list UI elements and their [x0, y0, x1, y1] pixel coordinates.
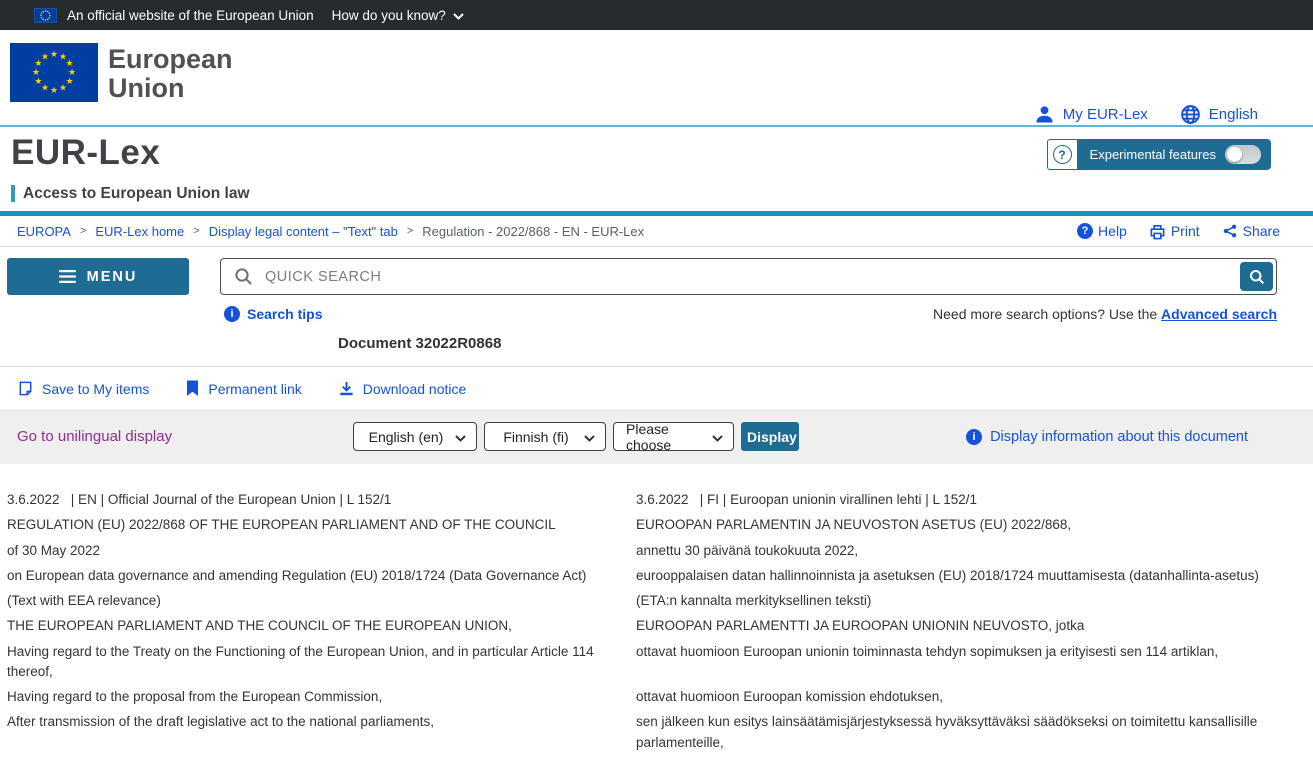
- doc-paragraph-en: REGULATION (EU) 2022/868 OF THE EUROPEAN…: [7, 515, 607, 535]
- doc-row: After transmission of the draft legislat…: [7, 712, 1306, 758]
- doc-paragraph-en: of 30 May 2022: [7, 541, 607, 561]
- doc-paragraph-fi: (ETA:n kannalta merkityksellinen teksti): [636, 591, 1296, 611]
- save-note-icon: [17, 380, 34, 397]
- bookmark-icon: [185, 380, 200, 397]
- permanent-link[interactable]: Permanent link: [185, 380, 301, 397]
- more-search-options-text: Need more search options? Use the Advanc…: [933, 306, 1277, 322]
- breadcrumb-europa[interactable]: EUROPA: [17, 224, 71, 239]
- document-id: Document 32022R0868: [338, 335, 1313, 352]
- my-eurlex-link[interactable]: My EUR-Lex: [1034, 104, 1148, 125]
- unilingual-display-link[interactable]: Go to unilingual display: [17, 428, 172, 445]
- advanced-search-link[interactable]: Advanced search: [1161, 306, 1277, 322]
- download-icon: [338, 380, 355, 397]
- breadcrumb-row: EUROPA > EUR-Lex home > Display legal co…: [0, 216, 1313, 247]
- doc-paragraph-fi: annettu 30 päivänä toukokuuta 2022,: [636, 541, 1296, 561]
- doc-paragraph-fi: 3.6.2022 | FI | Euroopan unionin viralli…: [636, 490, 1296, 510]
- language-select-3[interactable]: Please choose: [613, 422, 734, 451]
- menu-button[interactable]: MENU: [7, 258, 189, 295]
- help-link[interactable]: ? Help: [1077, 223, 1127, 239]
- language-select-1[interactable]: English (en): [353, 422, 477, 451]
- official-banner: An official website of the European Unio…: [0, 0, 1313, 30]
- printer-icon: [1149, 223, 1166, 240]
- svg-text:★: ★: [41, 52, 49, 62]
- search-tips-link[interactable]: i Search tips: [224, 306, 322, 322]
- language-bar: Go to unilingual display English (en) Fi…: [0, 409, 1313, 464]
- doc-row: THE EUROPEAN PARLIAMENT AND THE COUNCIL …: [7, 616, 1306, 641]
- doc-paragraph-en: (Text with EEA relevance): [7, 591, 607, 611]
- chevron-down-icon: [584, 435, 595, 442]
- download-notice-link[interactable]: Download notice: [338, 380, 467, 397]
- doc-row: REGULATION (EU) 2022/868 OF THE EUROPEAN…: [7, 515, 1306, 540]
- globe-icon: [1180, 104, 1201, 125]
- document-actions: Save to My items Permanent link Download…: [0, 367, 1313, 409]
- how-do-you-know-button[interactable]: How do you know?: [332, 8, 464, 23]
- breadcrumb-current: Regulation - 2022/868 - EN - EUR-Lex: [422, 224, 644, 239]
- svg-text:★: ★: [59, 84, 67, 94]
- breadcrumb-separator: >: [193, 225, 199, 237]
- help-icon: ?: [1077, 223, 1093, 239]
- svg-text:★: ★: [32, 68, 40, 78]
- chevron-down-icon: [712, 435, 723, 442]
- site-header: ★★★★★★★★★★★★ European Union My EUR-Lex E…: [0, 30, 1313, 127]
- document-info-link[interactable]: i Display information about this documen…: [966, 429, 1248, 445]
- svg-text:★: ★: [50, 50, 58, 60]
- doc-paragraph-en: THE EUROPEAN PARLIAMENT AND THE COUNCIL …: [7, 616, 607, 636]
- info-icon: i: [224, 306, 240, 322]
- chevron-down-icon: [455, 435, 466, 442]
- chevron-down-icon: [453, 13, 464, 20]
- quick-search-box: [220, 258, 1277, 295]
- eurlex-band: EUR-Lex Access to European Union law ? E…: [0, 127, 1313, 211]
- eu-flag-logo: ★★★★★★★★★★★★: [10, 43, 98, 102]
- experimental-features-label: Experimental features: [1090, 147, 1216, 162]
- doc-paragraph-en: 3.6.2022 | EN | Official Journal of the …: [7, 490, 607, 510]
- breadcrumb-separator: >: [407, 225, 413, 237]
- document-body: 3.6.2022 | EN | Official Journal of the …: [0, 490, 1313, 758]
- search-input[interactable]: [263, 268, 1276, 286]
- display-button[interactable]: Display: [741, 422, 799, 451]
- doc-paragraph-fi: EUROOPAN PARLAMENTTI JA EUROOPAN UNIONIN…: [636, 616, 1296, 636]
- save-to-my-items-link[interactable]: Save to My items: [17, 380, 149, 397]
- site-tagline: Access to European Union law: [11, 185, 250, 202]
- doc-paragraph-en: on European data governance and amending…: [7, 566, 607, 586]
- breadcrumb: EUROPA > EUR-Lex home > Display legal co…: [17, 224, 644, 239]
- doc-paragraph-fi: ottavat huomioon Euroopan komission ehdo…: [636, 687, 1296, 707]
- share-icon: [1222, 223, 1238, 239]
- doc-row: 3.6.2022 | EN | Official Journal of the …: [7, 490, 1306, 515]
- experimental-features-widget: ? Experimental features: [1047, 139, 1271, 170]
- doc-paragraph-en: After transmission of the draft legislat…: [7, 712, 607, 732]
- doc-paragraph-fi: sen jälkeen kun esitys lainsäätämisjärje…: [636, 712, 1296, 753]
- doc-paragraph-en: Having regard to the proposal from the E…: [7, 687, 607, 707]
- question-mark-icon: ?: [1053, 145, 1072, 164]
- print-link[interactable]: Print: [1149, 223, 1200, 240]
- doc-paragraph-fi: ottavat huomioon Euroopan unionin toimin…: [636, 642, 1296, 662]
- experimental-help-button[interactable]: ?: [1047, 139, 1078, 170]
- experimental-toggle[interactable]: [1225, 145, 1261, 164]
- breadcrumb-separator: >: [80, 225, 86, 237]
- breadcrumb-display-legal-content[interactable]: Display legal content – "Text" tab: [209, 224, 398, 239]
- doc-row: on European data governance and amending…: [7, 566, 1306, 591]
- breadcrumb-eurlex-home[interactable]: EUR-Lex home: [95, 224, 184, 239]
- language-select-2[interactable]: Finnish (fi): [484, 422, 606, 451]
- doc-row: Having regard to the Treaty on the Funct…: [7, 642, 1306, 688]
- doc-paragraph-en: Having regard to the Treaty on the Funct…: [7, 642, 607, 683]
- search-icon: [234, 267, 253, 286]
- search-submit-button[interactable]: [1240, 262, 1273, 291]
- doc-row: (Text with EEA relevance) (ETA:n kannalt…: [7, 591, 1306, 616]
- user-icon: [1034, 104, 1055, 125]
- language-selector[interactable]: English: [1180, 104, 1258, 125]
- svg-text:★: ★: [34, 77, 42, 87]
- doc-row: of 30 May 2022 annettu 30 päivänä toukok…: [7, 541, 1306, 566]
- eu-logo-wordmark: European Union: [108, 45, 233, 103]
- share-link[interactable]: Share: [1222, 223, 1280, 239]
- eu-flag-small-icon: [34, 8, 57, 23]
- info-icon: i: [966, 429, 982, 445]
- doc-paragraph-fi: eurooppalaisen datan hallinnoinnista ja …: [636, 566, 1296, 586]
- hamburger-icon: [59, 270, 76, 283]
- svg-text:★: ★: [50, 86, 58, 96]
- doc-row: Having regard to the proposal from the E…: [7, 687, 1306, 712]
- page-title: EUR-Lex: [11, 133, 160, 173]
- official-banner-text: An official website of the European Unio…: [67, 8, 314, 23]
- doc-paragraph-fi: EUROOPAN PARLAMENTIN JA NEUVOSTON ASETUS…: [636, 515, 1296, 535]
